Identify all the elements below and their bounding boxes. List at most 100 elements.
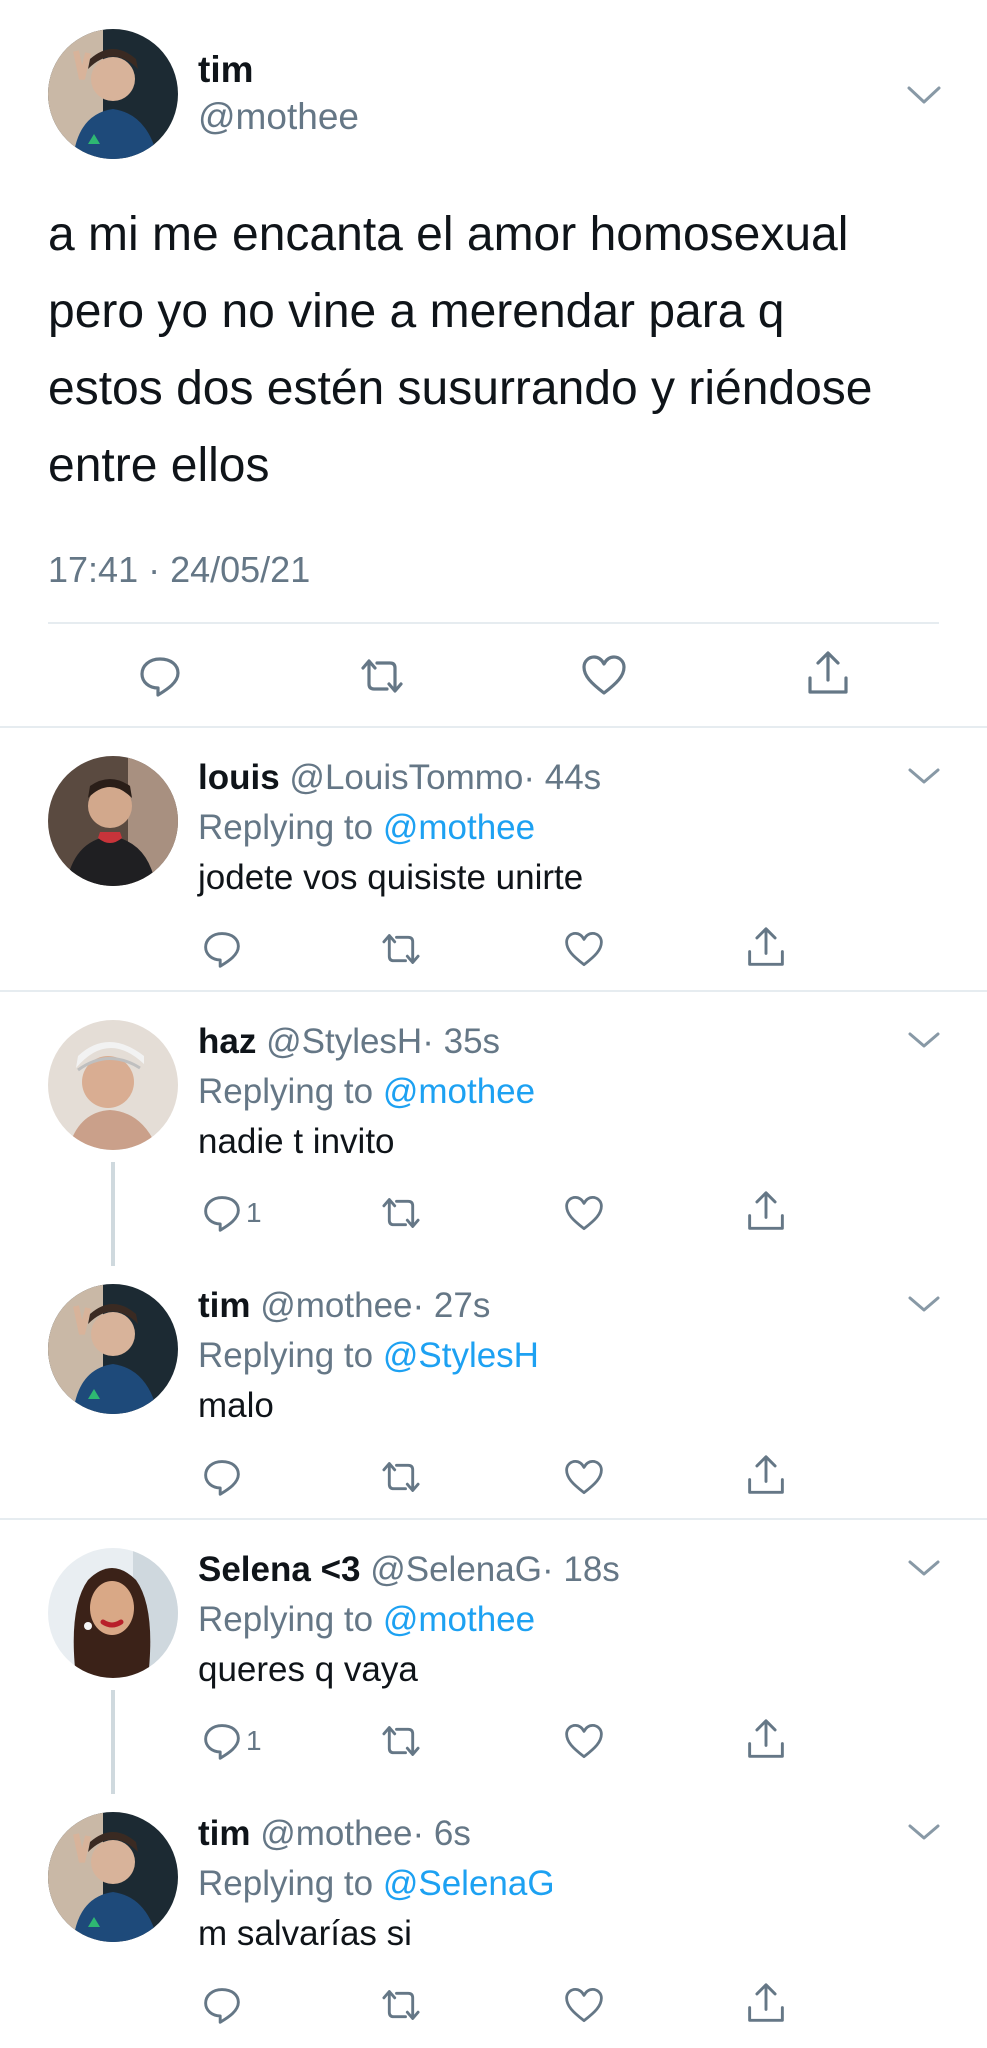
like-button[interactable] [564, 930, 604, 968]
divider [48, 622, 939, 624]
chevron-down-icon[interactable] [906, 1292, 942, 1316]
like-icon [565, 1459, 603, 1495]
like-button[interactable] [564, 1194, 604, 1232]
like-icon [565, 1195, 603, 1231]
tweet-text: a mi me encanta el amor homosexual pero … [48, 208, 873, 492]
reply-text: queres q vaya [198, 1650, 418, 1689]
reply-icon [204, 1724, 240, 1760]
share-button[interactable] [746, 1190, 786, 1232]
replying-label: Replying to [198, 808, 374, 847]
user-handle[interactable]: @mothee [260, 1814, 412, 1853]
share-button[interactable] [746, 926, 786, 968]
like-button[interactable] [564, 1986, 604, 2024]
like-icon [565, 931, 603, 967]
tweet-timestamp: 17:41 · 24/05/21 [48, 549, 311, 590]
thread-line [111, 1690, 115, 1794]
retweet-icon [382, 1726, 420, 1756]
reply-count: 1 [246, 1725, 262, 1756]
user-name[interactable]: haz [198, 1022, 256, 1061]
mention-link[interactable]: @mothee [383, 1072, 535, 1111]
reply-tweet[interactable]: louis @LouisTommo· 44s Replying to @moth… [0, 728, 987, 992]
share-button[interactable] [806, 650, 850, 696]
replying-label: Replying to [198, 1336, 374, 1375]
reply-icon [204, 1196, 240, 1232]
chevron-down-icon[interactable] [906, 1556, 942, 1580]
reply-icon [204, 1988, 240, 2024]
share-button[interactable] [746, 1982, 786, 2024]
reply-tweet[interactable]: haz @StylesH· 35s Replying to @mothee na… [0, 992, 987, 1266]
reply-text: jodete vos quisiste unirte [198, 858, 584, 897]
retweet-button[interactable] [378, 931, 424, 967]
share-icon [748, 1719, 784, 1758]
share-icon [748, 1455, 784, 1494]
avatar[interactable] [48, 756, 178, 886]
reply-button[interactable]: 1 [202, 1193, 262, 1233]
like-button[interactable] [564, 1722, 604, 1760]
like-button[interactable] [564, 1458, 604, 1496]
share-button[interactable] [746, 1454, 786, 1496]
user-handle[interactable]: @StylesH [266, 1022, 422, 1061]
reply-button[interactable]: 1 [202, 1721, 262, 1761]
reply-time: · 18s [541, 1550, 620, 1589]
avatar[interactable] [48, 1284, 178, 1414]
mention-link[interactable]: @mothee [383, 1600, 535, 1639]
user-handle[interactable]: @mothee [198, 95, 359, 139]
reply-count: 1 [246, 1197, 262, 1228]
chevron-down-icon[interactable] [906, 1028, 942, 1052]
replying-label: Replying to [198, 1072, 374, 1111]
user-handle[interactable]: @SelenaG [370, 1550, 542, 1589]
like-button[interactable] [581, 654, 627, 696]
reply-time: · 35s [422, 1022, 501, 1061]
user-name[interactable]: louis [198, 758, 280, 797]
like-icon [582, 655, 626, 695]
reply-button[interactable] [202, 1985, 246, 2025]
retweet-icon [382, 934, 420, 964]
share-icon [748, 927, 784, 966]
user-name[interactable]: tim [198, 48, 254, 92]
mention-link[interactable]: @StylesH [383, 1336, 539, 1375]
user-name[interactable]: Selena <3 [198, 1550, 360, 1589]
reply-button[interactable] [138, 654, 182, 698]
reply-button[interactable] [202, 1457, 246, 1497]
reply-time: · 6s [412, 1814, 471, 1853]
reply-time: · 27s [412, 1286, 491, 1325]
reply-time: · 44s [523, 758, 602, 797]
mention-link[interactable]: @mothee [383, 808, 535, 847]
user-handle[interactable]: @LouisTommo [289, 758, 523, 797]
user-handle[interactable]: @mothee [260, 1286, 412, 1325]
chevron-down-icon[interactable] [906, 1820, 942, 1844]
retweet-icon [361, 659, 403, 693]
replying-label: Replying to [198, 1864, 374, 1903]
chevron-down-icon[interactable] [906, 764, 942, 788]
reply-tweet[interactable]: tim @mothee· 27s Replying to @StylesH ma… [0, 1256, 987, 1520]
reply-tweet[interactable]: Selena <3 @SelenaG· 18s Replying to @mot… [0, 1520, 987, 1794]
avatar[interactable] [48, 29, 178, 159]
share-button[interactable] [746, 1718, 786, 1760]
reply-text: nadie t invito [198, 1122, 395, 1161]
avatar[interactable] [48, 1020, 178, 1150]
avatar[interactable] [48, 1812, 178, 1942]
like-icon [565, 1723, 603, 1759]
retweet-button[interactable] [378, 1195, 424, 1231]
reply-text: malo [198, 1386, 274, 1425]
reply-button[interactable] [202, 929, 246, 969]
user-name[interactable]: tim [198, 1814, 251, 1853]
retweet-button[interactable] [378, 1459, 424, 1495]
retweet-button[interactable] [378, 1723, 424, 1759]
reply-text: m salvarías si [198, 1914, 412, 1953]
like-icon [565, 1987, 603, 2023]
reply-icon [140, 657, 180, 697]
retweet-icon [382, 1990, 420, 2020]
share-icon [748, 1191, 784, 1230]
reply-tweet[interactable]: tim @mothee· 6s Replying to @SelenaG m s… [0, 1784, 987, 2048]
user-name[interactable]: tim [198, 1286, 251, 1325]
retweet-button[interactable] [378, 1987, 424, 2023]
avatar[interactable] [48, 1548, 178, 1678]
mention-link[interactable]: @SelenaG [383, 1864, 555, 1903]
share-icon [808, 651, 848, 694]
retweet-icon [382, 1198, 420, 1228]
replying-label: Replying to [198, 1600, 374, 1639]
reply-icon [204, 1460, 240, 1496]
retweet-button[interactable] [357, 656, 407, 696]
chevron-down-icon[interactable] [906, 83, 942, 107]
